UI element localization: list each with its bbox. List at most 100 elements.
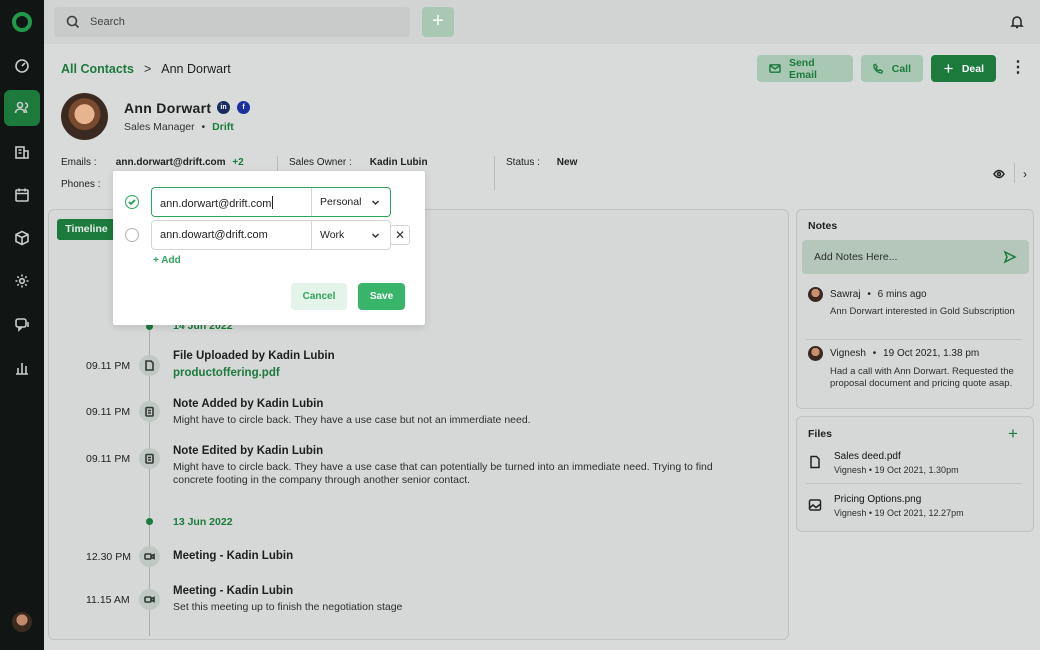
primary-email-radio[interactable] bbox=[125, 228, 139, 242]
eye-icon[interactable] bbox=[993, 168, 1005, 183]
video-icon bbox=[139, 589, 160, 610]
email-type-select[interactable]: Work bbox=[312, 221, 390, 249]
divider bbox=[1014, 163, 1015, 183]
file-meta: Vignesh • 19 Oct 2021, 12.27pm bbox=[834, 508, 964, 518]
event-time: 11.15 AM bbox=[86, 594, 130, 606]
emails-field: Emails : ann.dorwart@drift.com +2 bbox=[61, 157, 244, 168]
sidebar-item-reports[interactable] bbox=[4, 350, 40, 386]
event-title: Meeting - Kadin Lubin bbox=[173, 550, 294, 562]
note-author-avatar bbox=[808, 287, 823, 302]
divider bbox=[277, 156, 278, 172]
sidebar-item-settings[interactable] bbox=[4, 263, 40, 299]
sidebar-item-contacts[interactable] bbox=[4, 90, 40, 126]
search-input[interactable]: Search bbox=[54, 7, 410, 37]
chat-icon bbox=[15, 318, 29, 332]
gauge-icon bbox=[15, 59, 29, 73]
note-header: Vignesh • 19 Oct 2021, 1.38 pm bbox=[830, 348, 979, 359]
more-emails-link[interactable]: +2 bbox=[232, 157, 243, 168]
contact-name: Ann Dorwart bbox=[124, 100, 212, 116]
event-title: Meeting - Kadin Lubin bbox=[173, 585, 294, 597]
company-link[interactable]: Drift bbox=[212, 121, 234, 133]
timeline-date: 13 Jun 2022 bbox=[173, 516, 233, 528]
file-name[interactable]: Sales deed.pdf bbox=[834, 451, 901, 462]
sidebar-item-dashboard[interactable] bbox=[4, 48, 40, 84]
add-email-button[interactable]: + Add bbox=[153, 255, 181, 266]
plus-icon bbox=[944, 64, 953, 73]
contact-role: Sales Manager • Drift bbox=[124, 121, 234, 133]
mail-icon bbox=[769, 64, 781, 73]
event-time: 09.11 PM bbox=[86, 453, 131, 465]
email-value[interactable]: ann.dorwart@drift.com bbox=[116, 157, 226, 168]
phone-icon bbox=[873, 63, 884, 74]
user-avatar[interactable] bbox=[12, 612, 32, 632]
note-icon bbox=[139, 401, 160, 422]
status-field: Status : New bbox=[506, 157, 577, 168]
sidebar-item-companies[interactable] bbox=[4, 134, 40, 170]
tab-timeline[interactable]: Timeline bbox=[57, 219, 116, 240]
top-bar: Search + bbox=[44, 0, 1040, 44]
cancel-button[interactable]: Cancel bbox=[291, 283, 347, 310]
file-icon bbox=[139, 355, 160, 376]
event-title: Note Edited by Kadin Lubin bbox=[173, 445, 324, 457]
notes-input[interactable]: Add Notes Here... bbox=[802, 240, 1029, 274]
note-header: Sawraj • 6 mins ago bbox=[830, 289, 927, 300]
breadcrumb-separator: > bbox=[143, 62, 152, 76]
note-author-avatar bbox=[808, 346, 823, 361]
call-label: Call bbox=[891, 62, 911, 75]
app-logo[interactable] bbox=[12, 12, 32, 32]
divider bbox=[806, 339, 1022, 340]
breadcrumb-current: Ann Dorwart bbox=[161, 62, 231, 76]
event-description: Set this meeting up to finish the negoti… bbox=[173, 601, 403, 613]
event-title: Note Added by Kadin Lubin bbox=[173, 398, 324, 410]
primary-email-radio[interactable] bbox=[125, 195, 139, 209]
sidebar-item-products[interactable] bbox=[4, 220, 40, 256]
role-text: Sales Manager bbox=[124, 121, 195, 133]
send-icon[interactable] bbox=[1003, 250, 1017, 264]
owner-label: Sales Owner : bbox=[289, 157, 352, 168]
chevron-right-icon[interactable]: › bbox=[1023, 167, 1027, 181]
note-text: Ann Dorwart interested in Gold Subscript… bbox=[830, 306, 1015, 317]
breadcrumb: All Contacts > Ann Dorwart bbox=[61, 62, 231, 76]
remove-email-button[interactable]: ✕ bbox=[390, 225, 410, 245]
bar-chart-icon bbox=[16, 363, 28, 375]
breadcrumb-all-contacts[interactable]: All Contacts bbox=[61, 62, 134, 76]
sidebar-item-calendar[interactable] bbox=[4, 177, 40, 213]
call-button[interactable]: Call bbox=[861, 55, 923, 82]
email-type-select[interactable]: Personal bbox=[312, 188, 390, 216]
email-type-value: Work bbox=[320, 229, 345, 241]
chevron-down-icon bbox=[371, 233, 380, 239]
linkedin-icon[interactable]: in bbox=[217, 101, 230, 114]
quick-add-button[interactable]: + bbox=[422, 7, 454, 37]
emails-label: Emails : bbox=[61, 157, 97, 168]
add-deal-button[interactable]: Deal bbox=[931, 55, 996, 82]
add-file-button[interactable]: + bbox=[1008, 424, 1018, 444]
calendar-icon bbox=[15, 188, 29, 202]
send-email-button[interactable]: Send Email bbox=[757, 55, 853, 82]
event-time: 09.11 PM bbox=[86, 406, 131, 418]
more-options-button[interactable]: ⋮ bbox=[1010, 60, 1026, 76]
search-placeholder: Search bbox=[90, 16, 125, 28]
box-icon bbox=[15, 230, 29, 246]
users-icon bbox=[14, 101, 29, 114]
status-value: New bbox=[556, 157, 578, 168]
text-caret bbox=[272, 196, 274, 209]
phones-label: Phones : bbox=[61, 179, 101, 190]
phones-field: Phones : bbox=[61, 179, 100, 190]
sidebar-item-messages[interactable] bbox=[4, 306, 40, 342]
save-button[interactable]: Save bbox=[358, 283, 405, 310]
email-input[interactable]: ann.dowart@drift.com bbox=[152, 221, 312, 249]
files-title: Files bbox=[808, 428, 832, 440]
timeline-dot bbox=[146, 518, 153, 525]
notifications-button[interactable] bbox=[1010, 15, 1024, 32]
note-author: Vignesh bbox=[830, 348, 866, 359]
file-link[interactable]: productoffering.pdf bbox=[173, 367, 280, 379]
email-input[interactable]: ann.dorwart@drift.com bbox=[152, 188, 312, 216]
note-bullet: • bbox=[872, 348, 877, 359]
notes-title: Notes bbox=[808, 220, 838, 232]
send-email-label: Send Email bbox=[788, 56, 817, 81]
note-time: 19 Oct 2021, 1.38 pm bbox=[883, 348, 980, 359]
video-icon bbox=[139, 546, 160, 567]
facebook-icon[interactable]: f bbox=[237, 101, 250, 114]
event-time: 12.30 PM bbox=[86, 551, 131, 563]
file-name[interactable]: Pricing Options.png bbox=[834, 494, 921, 505]
